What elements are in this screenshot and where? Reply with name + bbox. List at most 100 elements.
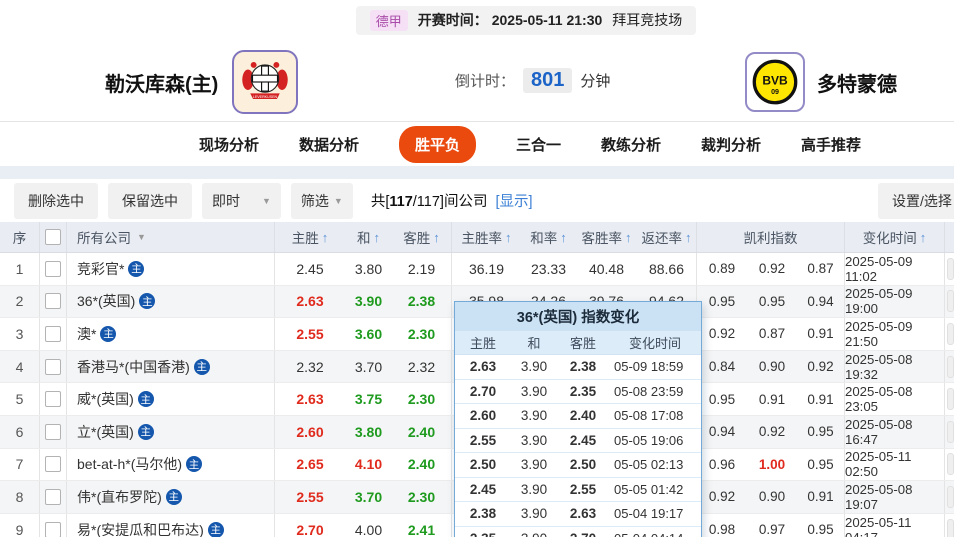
- header-draw-odds[interactable]: 和 ↑: [345, 222, 392, 252]
- row-action-button[interactable]: [947, 388, 954, 411]
- header-draw-rate[interactable]: 和率 ↑: [521, 222, 576, 252]
- company-name: 竞彩官*: [77, 260, 125, 277]
- sort-asc-icon: ↑: [685, 229, 692, 245]
- company-cell[interactable]: 竞彩官* 主: [67, 253, 275, 285]
- company-cell[interactable]: 澳* 主: [67, 318, 275, 350]
- row-action-button[interactable]: [947, 485, 954, 508]
- nav-tab-4[interactable]: 三合一: [516, 134, 561, 155]
- odds-home: 2.63: [296, 293, 324, 310]
- nav-tab-2[interactable]: 数据分析: [299, 134, 359, 155]
- row-checkbox-cell: [40, 481, 67, 513]
- odds-away: 2.30: [392, 318, 452, 350]
- show-link[interactable]: [显示]: [496, 194, 533, 210]
- kickoff-time: 2025-05-11 21:30: [491, 12, 603, 28]
- chevron-down-icon: ▼: [262, 195, 271, 206]
- kelly-draw: 0.95: [758, 293, 786, 309]
- popup-odds-home: 2.55: [469, 432, 497, 448]
- svg-text:LEVERKUSEN: LEVERKUSEN: [253, 95, 278, 99]
- row-checkbox[interactable]: [45, 293, 61, 310]
- row-checkbox[interactable]: [45, 521, 61, 537]
- header-action: [945, 222, 954, 252]
- row-action-button[interactable]: [947, 322, 954, 345]
- row-action-button[interactable]: [947, 420, 954, 443]
- row-checkbox[interactable]: [45, 325, 61, 342]
- match-info-box: 德甲 开赛时间： 2025-05-11 21:30 拜耳竞技场: [355, 5, 697, 35]
- kelly-away: 0.87: [797, 253, 845, 285]
- nav-tab-6[interactable]: 裁判分析: [701, 134, 761, 155]
- odds-comparison-page: 德甲 开赛时间： 2025-05-11 21:30 拜耳竞技场 勒沃库森(主) …: [0, 0, 954, 537]
- popup-odds-home: 2.50: [469, 457, 497, 473]
- header-company[interactable]: 所有公司 ▼: [67, 222, 275, 252]
- row-checkbox-cell: [40, 350, 67, 383]
- nav-tab-7[interactable]: 高手推荐: [801, 134, 861, 155]
- odds-home: 2.55: [296, 325, 324, 342]
- row-checkbox[interactable]: [45, 358, 61, 375]
- odds-away: 2.40: [392, 448, 452, 481]
- nav-tab-5[interactable]: 教练分析: [601, 134, 661, 155]
- row-checkbox[interactable]: [45, 456, 61, 473]
- popup-header-time: 变化时间: [628, 336, 681, 351]
- popup-header-home: 主胜: [469, 336, 496, 351]
- odds-away: 2.30: [392, 481, 452, 513]
- row-action-button[interactable]: [947, 355, 954, 378]
- company-cell[interactable]: 36*(英国) 主: [67, 285, 275, 318]
- header-away-rate[interactable]: 客胜率 ↑: [576, 222, 637, 252]
- row-checkbox[interactable]: [45, 488, 61, 505]
- nav-tab-3[interactable]: 胜平负: [398, 125, 476, 163]
- keep-selected-button[interactable]: 保留选中: [108, 182, 192, 219]
- popup-change-time: 05-05 02:13: [614, 457, 684, 473]
- popup-title: 36*(英国) 指数变化: [455, 302, 701, 331]
- delete-selected-button[interactable]: 删除选中: [14, 182, 98, 219]
- company-cell[interactable]: 香港马*(中国香港) 主: [67, 350, 275, 383]
- company-cell[interactable]: 威*(英国) 主: [67, 383, 275, 415]
- company-cell[interactable]: 伟*(直布罗陀) 主: [67, 481, 275, 513]
- nav-tab-1[interactable]: 现场分析: [199, 134, 259, 155]
- company-cell[interactable]: bet-at-h*(马尔他) 主: [67, 448, 275, 481]
- home-badge-icon: 主: [100, 325, 117, 342]
- popup-change-time: 05-05 01:42: [614, 481, 684, 497]
- row-checkbox-cell: [40, 415, 67, 448]
- home-badge-icon: 主: [186, 456, 203, 473]
- row-action-button[interactable]: [947, 290, 954, 313]
- svg-text:BVB: BVB: [762, 74, 788, 88]
- odds-draw: 4.10: [354, 456, 383, 473]
- row-action-button[interactable]: [947, 518, 954, 537]
- filter-select[interactable]: 筛选 ▼: [290, 182, 353, 219]
- kelly-draw: 1.00: [758, 456, 786, 472]
- row-action-button[interactable]: [947, 257, 954, 280]
- row-checkbox[interactable]: [45, 423, 61, 440]
- sort-asc-icon: ↑: [433, 229, 440, 245]
- time-mode-select[interactable]: 即时 ▼: [202, 182, 281, 219]
- countdown-unit: 分钟: [580, 73, 611, 90]
- header-kelly: 凯利指数: [697, 222, 845, 252]
- kelly-away: 0.92: [797, 350, 845, 383]
- company-name: 立*(英国): [77, 423, 134, 440]
- popup-odds-home: 2.38: [469, 506, 497, 522]
- change-time: 2025-05-09 11:02: [845, 253, 945, 285]
- odds-draw: 3.90: [354, 293, 383, 310]
- header-away-odds[interactable]: 客胜 ↑: [392, 222, 452, 252]
- change-time: 2025-05-11 04:17: [845, 513, 945, 537]
- change-time: 2025-05-08 19:07: [845, 481, 945, 513]
- row-action-button[interactable]: [947, 453, 954, 476]
- table-row-1: 1 竞彩官* 主 2.45 3.80 2.19 36.19 23.33 40.48…: [0, 253, 954, 286]
- popup-header-away: 客胜: [569, 336, 596, 351]
- filter-caret-icon: ▼: [137, 232, 146, 242]
- odds-away: 2.41: [392, 513, 452, 537]
- company-cell[interactable]: 立*(英国) 主: [67, 415, 275, 448]
- header-payout-rate[interactable]: 返还率 ↑: [637, 222, 697, 252]
- header-home-odds[interactable]: 主胜 ↑: [275, 222, 345, 252]
- header-home-rate[interactable]: 主胜率 ↑: [452, 222, 521, 252]
- odds-home: 2.65: [296, 456, 324, 473]
- settings-button[interactable]: 设置/选择: [878, 182, 954, 219]
- select-all-checkbox[interactable]: [45, 229, 61, 245]
- row-checkbox[interactable]: [45, 391, 61, 408]
- odds-draw: 3.60: [354, 325, 383, 342]
- popup-change-time: 05-09 18:59: [614, 359, 684, 375]
- kelly-away: 0.91: [797, 481, 845, 513]
- header-change-time[interactable]: 变化时间 ↑: [845, 222, 945, 252]
- popup-odds-away: 2.40: [569, 408, 597, 424]
- row-checkbox[interactable]: [45, 260, 61, 277]
- company-cell[interactable]: 易*(安提瓜和巴布达) 主: [67, 513, 275, 537]
- popup-body: 2.63 3.90 2.38 05-09 18:59 2.70 3.90 2.3…: [455, 355, 701, 537]
